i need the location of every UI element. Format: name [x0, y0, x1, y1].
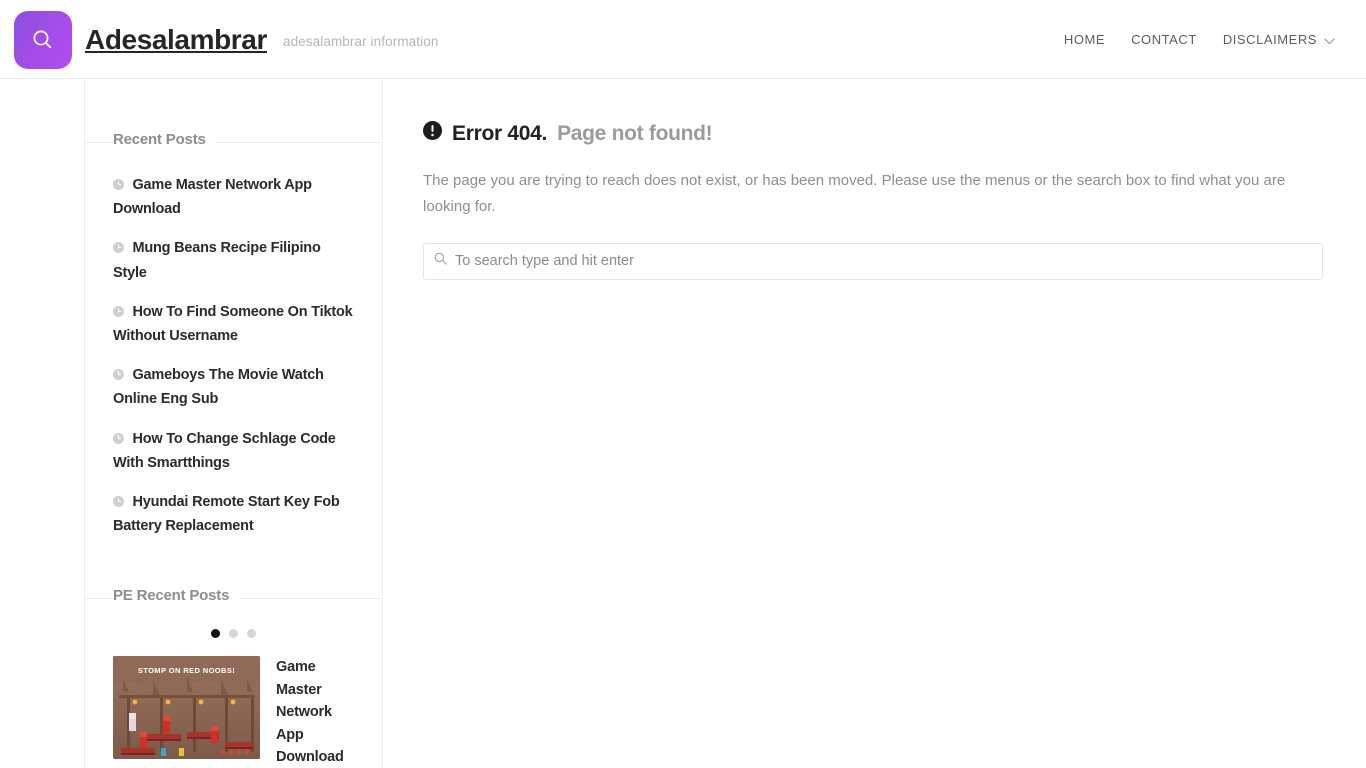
- clock-icon: [113, 237, 124, 260]
- clock-icon: [113, 301, 124, 324]
- sidebar: Recent Posts Game Master Network App Dow…: [84, 79, 383, 768]
- list-item: Hyundai Remote Start Key Fob Battery Rep…: [113, 490, 354, 537]
- recent-post-link[interactable]: Gameboys The Movie Watch Online Eng Sub: [113, 367, 324, 407]
- carousel-slide: STOMP ON RED NOOBS! Game Master Network …: [113, 656, 354, 768]
- error-code: Error 404.: [452, 121, 548, 145]
- widget-title: PE Recent Posts: [113, 587, 240, 605]
- recent-post-link[interactable]: How To Find Someone On Tiktok Without Us…: [113, 304, 353, 344]
- nav-item-label: HOME: [1063, 32, 1106, 47]
- carousel-dot-1[interactable]: [211, 629, 220, 639]
- page-title: Error 404. Page not found!: [423, 121, 1322, 146]
- recent-post-link[interactable]: How To Change Schlage Code With Smartthi…: [113, 431, 336, 471]
- site-logo[interactable]: [14, 11, 72, 69]
- main-navigation: HOME CONTACT DISCLAIMERS: [1051, 0, 1348, 79]
- search-input[interactable]: [455, 243, 1312, 279]
- widget-title-row: PE Recent Posts: [85, 587, 382, 605]
- widget-pe-recent-posts: PE Recent Posts STOMP ON RED NOOBS! Game…: [85, 537, 382, 768]
- search-icon: [434, 252, 447, 270]
- site-branding: Adesalambrar adesalambrar information: [85, 0, 438, 79]
- page-body: Recent Posts Game Master Network App Dow…: [0, 79, 1366, 768]
- nav-item-disclaimers[interactable]: DISCLAIMERS: [1210, 32, 1348, 48]
- nav-item-home[interactable]: HOME: [1051, 32, 1118, 47]
- clock-icon: [113, 174, 124, 197]
- carousel-slide-title[interactable]: Game Master Network App Download: [276, 656, 354, 768]
- clock-icon: [113, 428, 124, 451]
- nav-item-label: DISCLAIMERS: [1222, 32, 1317, 47]
- list-item: Game Master Network App Download: [113, 173, 354, 220]
- list-item: Gameboys The Movie Watch Online Eng Sub: [113, 363, 354, 410]
- site-header: Adesalambrar adesalambrar information HO…: [0, 0, 1366, 79]
- carousel-dot-2[interactable]: [229, 629, 238, 639]
- svg-text:STOMP ON RED NOOBS!: STOMP ON RED NOOBS!: [138, 666, 235, 675]
- recent-posts-list: Game Master Network App Download Mung Be…: [113, 173, 354, 537]
- recent-post-link[interactable]: Game Master Network App Download: [113, 177, 312, 217]
- nav-item-label: CONTACT: [1131, 32, 1197, 47]
- alert-circle-icon: [423, 121, 442, 146]
- main-content: Error 404. Page not found! The page you …: [383, 79, 1366, 768]
- clock-icon: [113, 491, 124, 514]
- recent-post-link[interactable]: Mung Beans Recipe Filipino Style: [113, 240, 321, 280]
- widget-recent-posts: Recent Posts Game Master Network App Dow…: [85, 79, 382, 537]
- nav-item-contact[interactable]: CONTACT: [1118, 32, 1210, 47]
- search-form: [423, 242, 1323, 280]
- list-item: How To Find Someone On Tiktok Without Us…: [113, 300, 354, 347]
- site-tagline: adesalambrar information: [282, 33, 439, 49]
- list-item: How To Change Schlage Code With Smartthi…: [113, 427, 354, 474]
- site-title[interactable]: Adesalambrar: [85, 25, 267, 54]
- chevron-down-icon: [1324, 33, 1335, 48]
- recent-post-link[interactable]: Hyundai Remote Start Key Fob Battery Rep…: [113, 494, 340, 534]
- error-subtitle: Page not found!: [557, 121, 713, 145]
- search-icon: [30, 27, 56, 53]
- clock-icon: [113, 364, 124, 387]
- carousel-dot-3[interactable]: [247, 629, 256, 639]
- carousel-pagination: [113, 629, 354, 639]
- widget-title: Recent Posts: [113, 131, 216, 148]
- carousel-thumbnail[interactable]: STOMP ON RED NOOBS!: [113, 656, 260, 760]
- error-description: The page you are trying to reach does no…: [423, 172, 1286, 215]
- widget-title-row: Recent Posts: [85, 131, 382, 149]
- list-item: Mung Beans Recipe Filipino Style: [113, 236, 354, 283]
